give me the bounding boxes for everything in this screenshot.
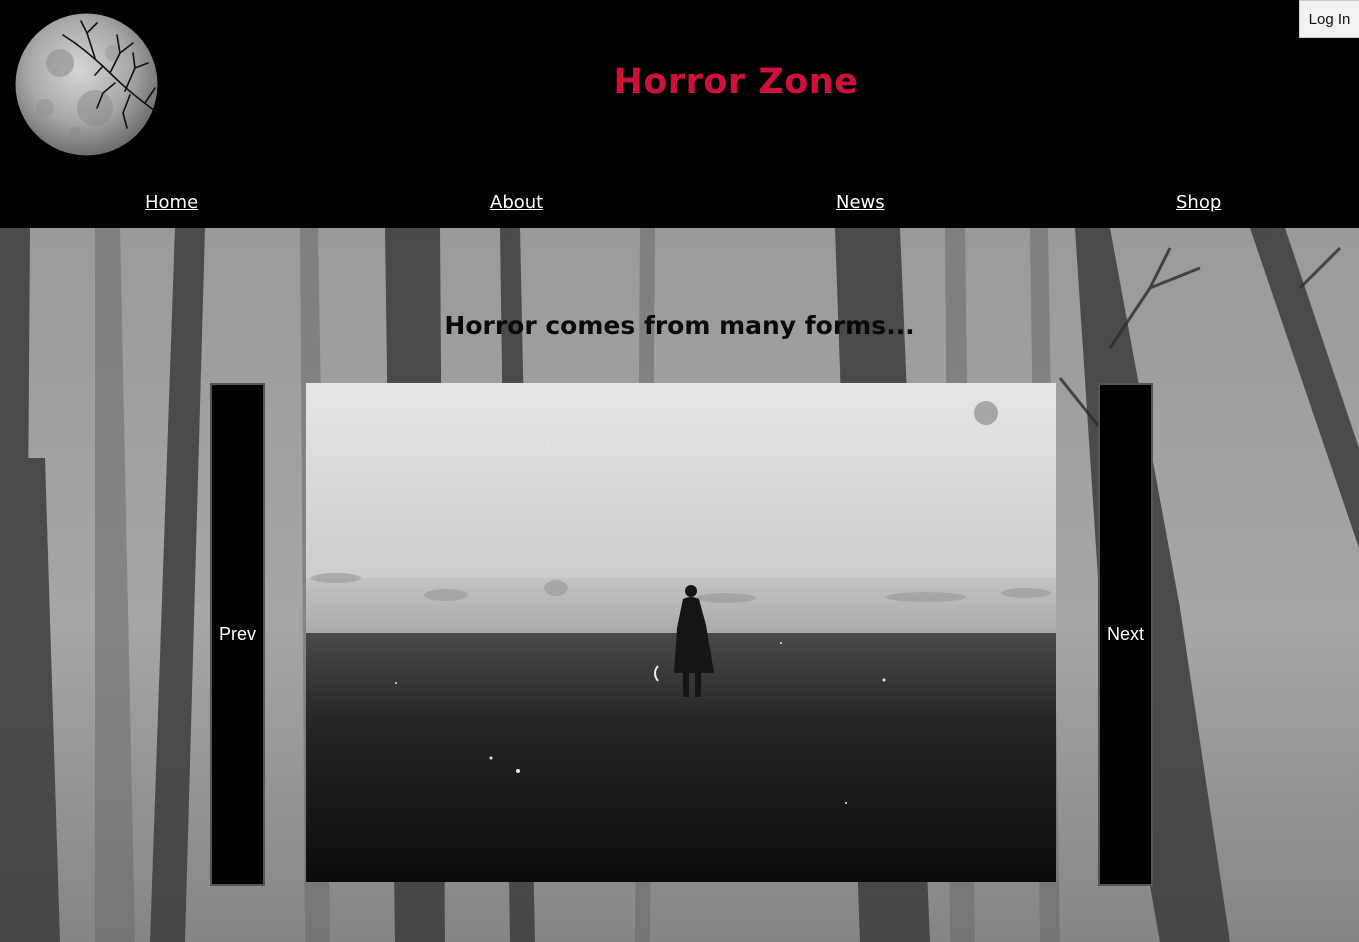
nav-news-link[interactable]: News <box>836 192 885 213</box>
login-button[interactable]: Log In <box>1299 0 1359 38</box>
nav-home-link[interactable]: Home <box>145 192 198 213</box>
next-button[interactable]: Next <box>1098 383 1153 886</box>
carousel-image <box>306 383 1056 882</box>
main-content: Horror comes from many forms... Prev Nex… <box>0 228 1359 942</box>
prev-button[interactable]: Prev <box>210 383 265 886</box>
site-title: Horror Zone <box>613 62 859 102</box>
site-header: Horror Zone Log In Home About News Shop <box>0 0 1359 228</box>
moon-logo-icon <box>15 13 158 156</box>
nav-shop-link[interactable]: Shop <box>1176 192 1221 213</box>
tagline-heading: Horror comes from many forms... <box>444 311 915 340</box>
nav-about-link[interactable]: About <box>490 192 543 213</box>
